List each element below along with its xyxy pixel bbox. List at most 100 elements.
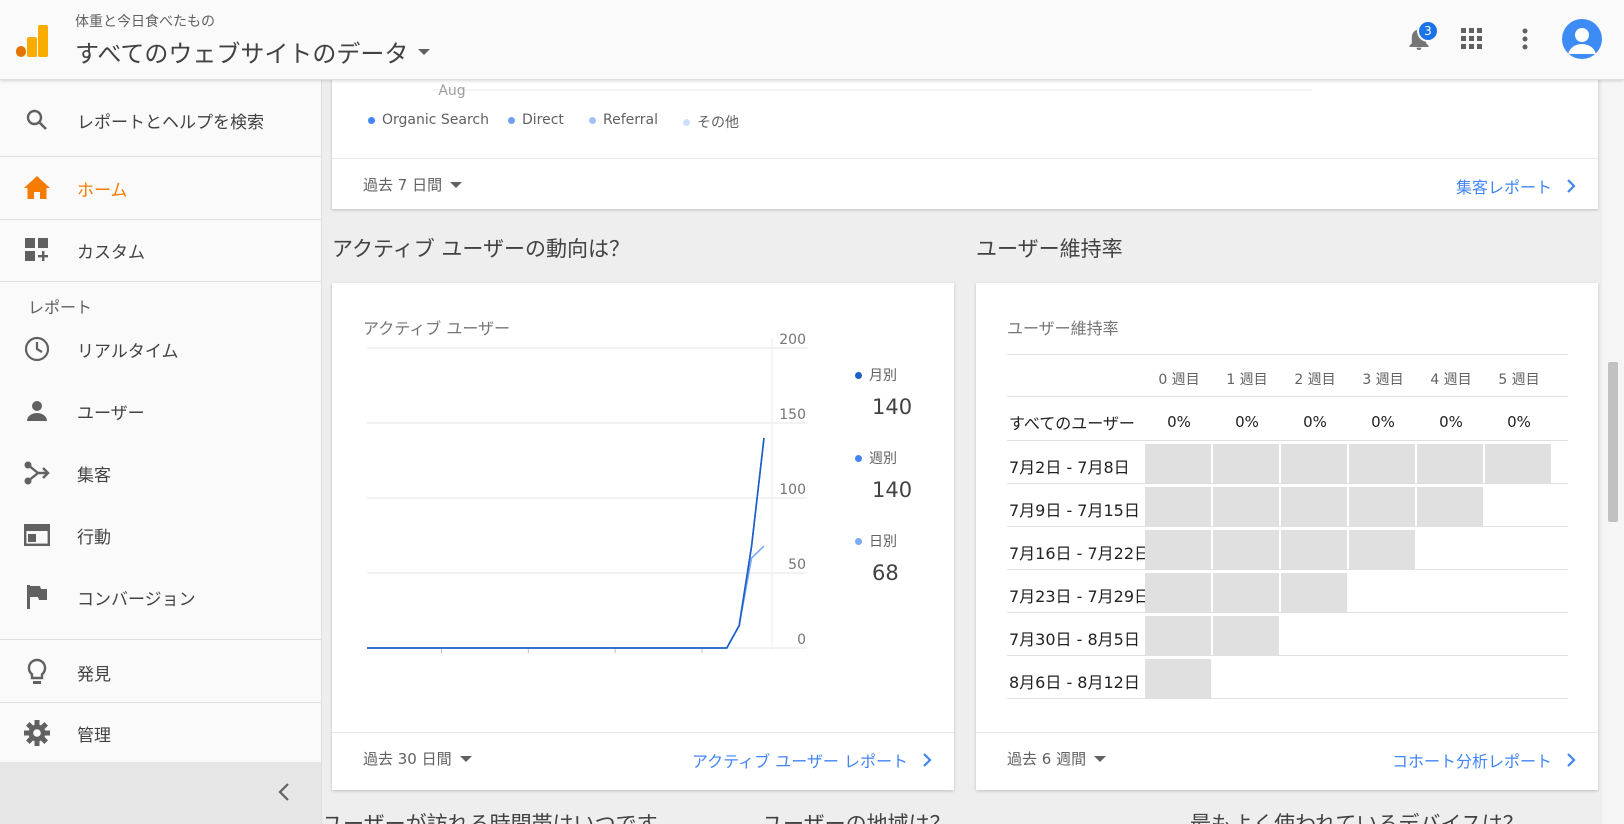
x-tick-month-label: Aug: [438, 83, 465, 99]
legend-dot: [508, 116, 515, 124]
more-menu-button[interactable]: [1504, 18, 1546, 60]
date-range-dropdown[interactable]: 過去 6 週間: [1007, 748, 1107, 769]
clock-icon: [22, 334, 52, 364]
sidebar-item-realtime[interactable]: リアルタイム: [0, 320, 321, 378]
sidebar: レポートとヘルプを検索 ホーム カスタム レポート リアルタイム ユーザー 集客: [0, 80, 322, 824]
legend-dot: [855, 454, 862, 462]
cohort-cell[interactable]: [1213, 573, 1279, 613]
sidebar-search-label: レポートとヘルプを検索: [77, 112, 264, 133]
sidebar-item-acquisition[interactable]: 集客: [0, 444, 321, 502]
cohort-report-link[interactable]: コホート分析レポート: [1392, 748, 1576, 772]
legend-daily: 日別 68: [855, 531, 899, 585]
app-header: 体重と今日食べたもの すべてのウェブサイトのデータ 3: [0, 0, 1624, 80]
user-avatar-icon: [1568, 28, 1596, 54]
cohort-cell[interactable]: [1485, 444, 1551, 484]
sidebar-item-label: 集客: [77, 465, 111, 486]
home-icon: [22, 173, 52, 203]
y-tick-label: 50: [788, 557, 806, 573]
cohort-cell[interactable]: [1349, 530, 1415, 570]
caret-down-icon: [450, 181, 463, 188]
collapse-sidebar-button[interactable]: [0, 762, 321, 824]
page-scrollbar[interactable]: [1602, 80, 1624, 824]
flag-icon: [22, 582, 52, 612]
cohort-cell[interactable]: [1417, 444, 1483, 484]
property-selector[interactable]: すべてのウェブサイトのデータ: [75, 34, 431, 69]
cohort-cell[interactable]: [1145, 444, 1211, 484]
cohort-cell[interactable]: [1213, 616, 1279, 656]
section-title-devices: 最もよく使われているデバイスは？: [1190, 812, 1524, 824]
cohort-cell[interactable]: [1349, 487, 1415, 527]
active-users-section-title: アクティブ ユーザーの動向は？: [332, 237, 630, 261]
legend-item: Organic Search: [368, 112, 489, 128]
scrollbar-thumb[interactable]: [1608, 362, 1618, 522]
sidebar-item-behavior[interactable]: 行動: [0, 506, 321, 564]
cohort-row-label: 7月23日 - 7月29日: [1009, 587, 1151, 606]
sidebar-item-home[interactable]: ホーム: [0, 159, 321, 217]
active-users-report-link[interactable]: アクティブ ユーザー レポート: [692, 748, 932, 772]
y-tick-label: 100: [779, 482, 806, 498]
cohort-cell[interactable]: [1349, 444, 1415, 484]
cohort-column-header: 5 週目: [1498, 372, 1540, 388]
retention-percent: 0%: [1507, 413, 1531, 431]
cohort-cell[interactable]: [1213, 487, 1279, 527]
cohort-column-header: 0 週目: [1158, 372, 1200, 388]
sidebar-item-label: ユーザー: [77, 403, 145, 424]
cohort-cell[interactable]: [1281, 530, 1347, 570]
cohort-row-label: 7月2日 - 7月8日: [1009, 458, 1130, 477]
apps-button[interactable]: [1451, 18, 1493, 60]
cohort-row-label: 7月9日 - 7月15日: [1009, 501, 1140, 520]
cohort-cell[interactable]: [1145, 616, 1211, 656]
chevron-right-icon: [1567, 179, 1576, 193]
cohort-cell[interactable]: [1213, 444, 1279, 484]
cohort-cell[interactable]: [1145, 573, 1211, 613]
cohort-cell[interactable]: [1145, 659, 1211, 699]
account-name: 体重と今日食べたもの: [75, 14, 215, 30]
lightbulb-icon: [22, 657, 52, 687]
section-title-location: ユーザーの地域は？: [762, 812, 951, 824]
sidebar-item-label: カスタム: [77, 242, 145, 263]
behavior-icon: [22, 520, 52, 550]
main-content: 12131415161718Aug Organic Search Direct …: [322, 0, 1602, 824]
legend-dot: [589, 116, 596, 124]
sidebar-item-conversion[interactable]: コンバージョン: [0, 568, 321, 626]
legend-dot: [683, 118, 690, 126]
sidebar-item-label: リアルタイム: [77, 341, 179, 362]
cohort-cell[interactable]: [1145, 487, 1211, 527]
dashboard-add-icon: [22, 235, 52, 265]
sidebar-item-label: 行動: [77, 527, 111, 548]
all-users-label: すべてのユーザー: [1009, 414, 1135, 433]
account-avatar[interactable]: [1562, 19, 1602, 59]
sidebar-item-discover[interactable]: 発見: [0, 643, 321, 701]
date-range-dropdown[interactable]: 過去 30 日間: [363, 748, 472, 769]
active-users-card: アクティブ ユーザー 05010015020023Jul3006Aug13 月別…: [332, 283, 954, 790]
sidebar-section-reports: レポート: [28, 298, 93, 317]
cohort-cell[interactable]: [1213, 530, 1279, 570]
analytics-logo-icon[interactable]: [16, 25, 50, 57]
sidebar-item-users[interactable]: ユーザー: [0, 382, 321, 440]
person-icon: [22, 396, 52, 426]
cohort-cell[interactable]: [1281, 487, 1347, 527]
sidebar-search[interactable]: レポートとヘルプを検索: [0, 86, 321, 154]
more-vert-icon: [1522, 28, 1528, 50]
chevron-right-icon: [1567, 753, 1576, 767]
active-users-chart: 05010015020023Jul3006Aug13: [367, 332, 807, 653]
cohort-cell[interactable]: [1145, 530, 1211, 570]
cohort-cell[interactable]: [1281, 573, 1347, 613]
date-range-dropdown[interactable]: 過去 7 日間: [363, 174, 463, 195]
retention-percent: 0%: [1167, 413, 1191, 431]
legend-value: 140: [872, 478, 913, 502]
legend-value: 68: [872, 561, 899, 585]
apps-grid-icon: [1461, 28, 1482, 49]
cohort-cell[interactable]: [1281, 444, 1347, 484]
cohort-column-header: 4 週目: [1430, 372, 1472, 388]
retention-percent: 0%: [1371, 413, 1395, 431]
acquisition-report-link[interactable]: 集客レポート: [1456, 174, 1576, 198]
notification-count-badge: 3: [1417, 20, 1439, 42]
sidebar-item-admin[interactable]: 管理: [0, 704, 321, 762]
legend-dot: [855, 371, 862, 379]
sidebar-item-custom[interactable]: カスタム: [0, 221, 321, 279]
sidebar-item-label: ホーム: [77, 180, 128, 201]
notifications-button[interactable]: 3: [1398, 18, 1440, 60]
search-icon: [22, 105, 52, 135]
cohort-cell[interactable]: [1417, 487, 1483, 527]
